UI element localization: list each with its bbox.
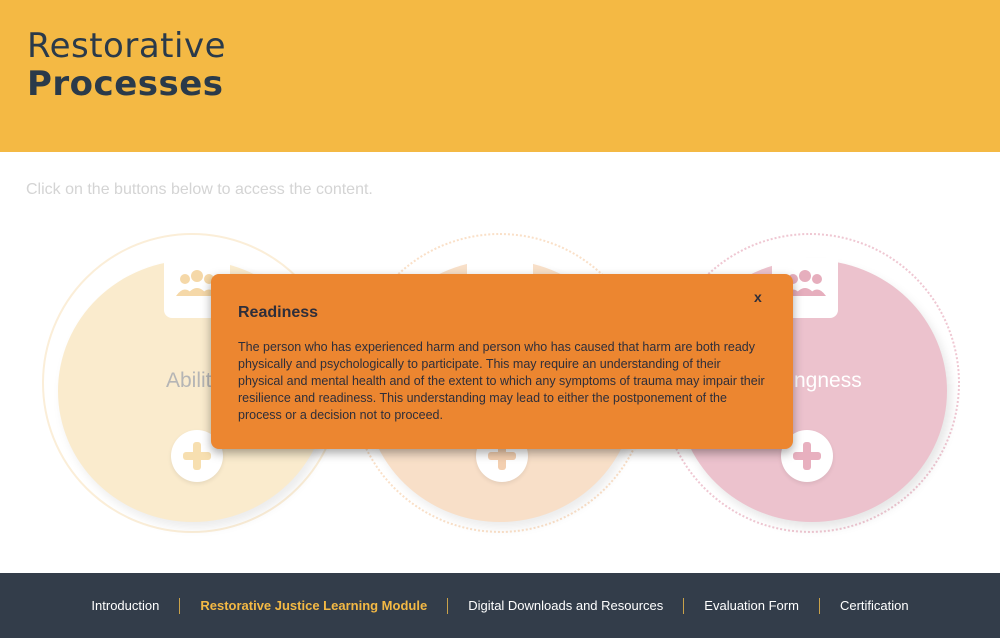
nav-item-introduction[interactable]: Introduction	[71, 598, 179, 613]
modal-title: Readiness	[238, 304, 319, 321]
card-label: Abilit	[166, 369, 212, 392]
nav-item-evaluation-form[interactable]: Evaluation Form	[684, 598, 819, 613]
nav-item-certification[interactable]: Certification	[820, 598, 929, 613]
card-label: ngness	[794, 369, 862, 392]
modal-body-text: The person who has experienced harm and …	[238, 340, 765, 422]
close-button[interactable]: x	[754, 289, 762, 305]
nav-item-digital-downloads[interactable]: Digital Downloads and Resources	[448, 598, 683, 613]
footer-nav-bar: Introduction Restorative Justice Learnin…	[0, 573, 1000, 638]
page-header: Restorative Processes	[0, 0, 1000, 152]
readiness-modal: Readiness x The person who has experienc…	[211, 274, 793, 449]
page-title-line2: Processes	[27, 64, 224, 104]
instruction-text: Click on the buttons below to access the…	[26, 181, 373, 198]
page-title-line1: Restorative	[27, 26, 226, 66]
footer-nav: Introduction Restorative Justice Learnin…	[0, 573, 1000, 638]
nav-item-learning-module[interactable]: Restorative Justice Learning Module	[180, 598, 447, 613]
